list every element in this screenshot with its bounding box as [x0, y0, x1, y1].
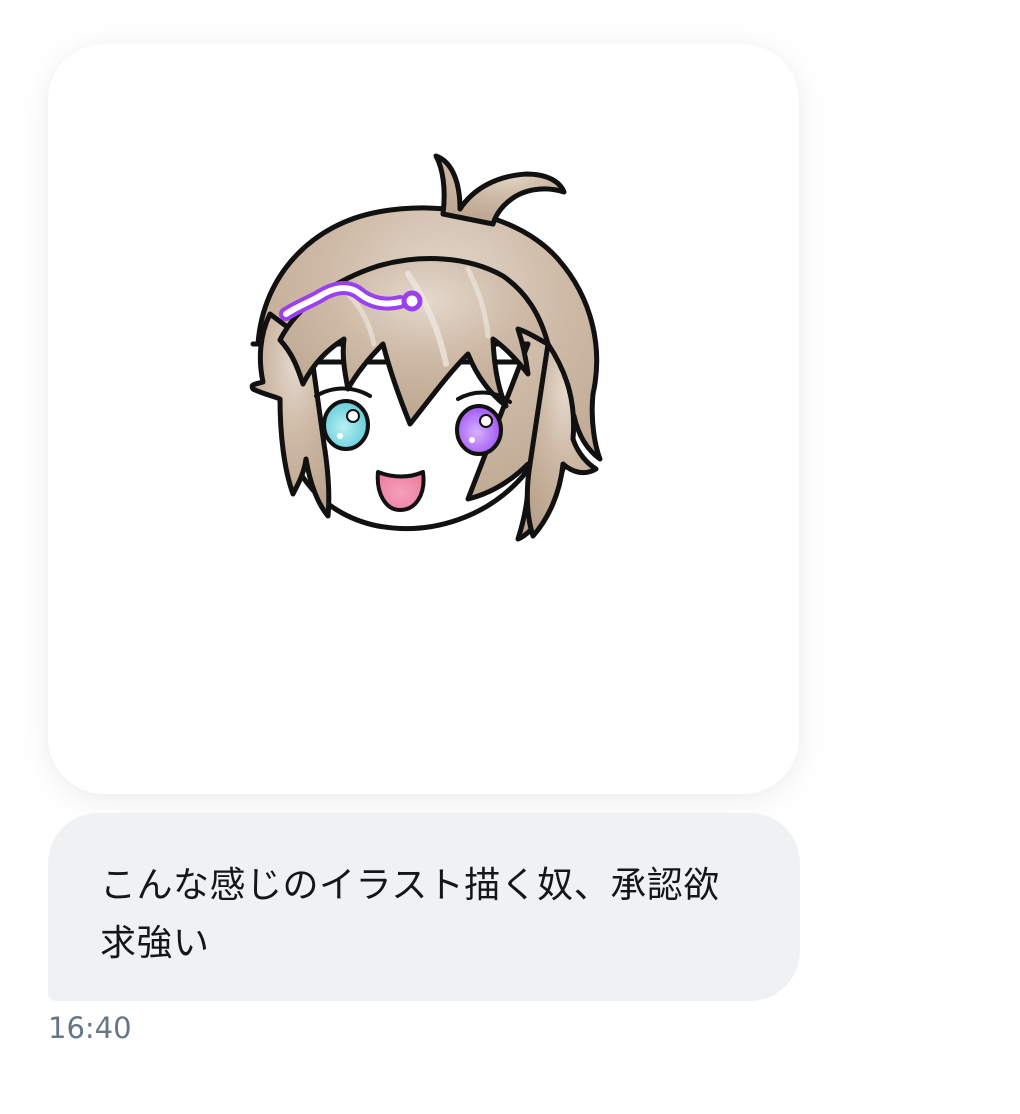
message-bubble[interactable]: こんな感じのイラスト描く奴、承認欲求強い [48, 813, 800, 1001]
message-text: こんな感じのイラスト描く奴、承認欲求強い [100, 865, 720, 964]
message-timestamp: 16:40 [48, 1011, 132, 1045]
message-image[interactable] [48, 44, 799, 794]
illustration-image [249, 153, 603, 542]
